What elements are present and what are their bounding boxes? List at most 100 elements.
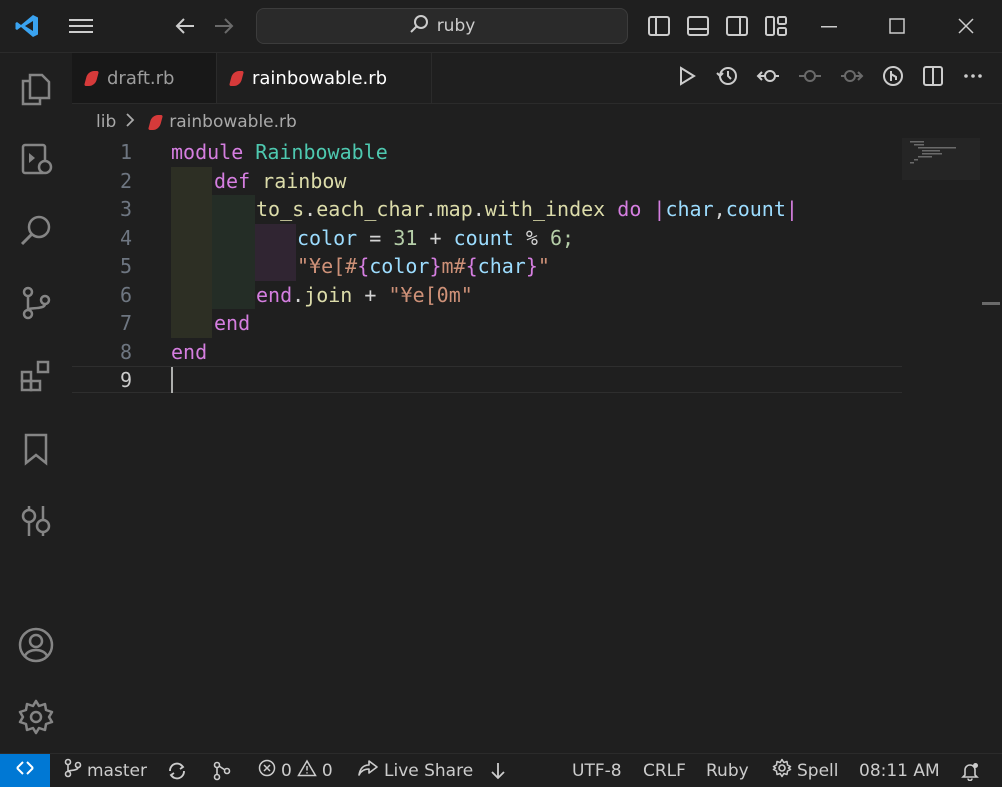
minimap[interactable] — [902, 138, 980, 180]
problems-indicator[interactable]: 0 0 — [258, 754, 333, 787]
extensions-icon[interactable] — [0, 348, 72, 404]
live-share-icon — [357, 758, 379, 783]
text-cursor — [171, 367, 173, 393]
editor-actions — [676, 53, 984, 103]
command-center-search[interactable]: ruby — [256, 8, 628, 44]
language-mode-indicator[interactable]: Ruby — [706, 754, 749, 787]
code-text: color = 31 + count % 6; — [297, 225, 575, 250]
forward-arrow-icon[interactable] — [211, 14, 237, 38]
run-debug-icon[interactable] — [0, 131, 72, 187]
code-line: 8 end — [72, 338, 902, 367]
settings-gear-icon[interactable] — [0, 689, 72, 745]
code-text: def rainbow — [214, 168, 347, 193]
more-actions-icon[interactable] — [962, 65, 984, 91]
next-change-icon[interactable] — [840, 65, 864, 91]
code-text: end — [214, 311, 251, 335]
run-icon[interactable] — [676, 65, 698, 91]
ruby-file-icon — [83, 70, 100, 86]
close-icon[interactable] — [953, 14, 979, 38]
code-text: end.join + "¥e[0m" — [256, 282, 473, 307]
scrollbar-cursor-marker[interactable] — [982, 302, 1000, 305]
code-line: 2 def rainbow — [72, 167, 902, 196]
breadcrumb-folder[interactable]: lib — [96, 112, 116, 132]
bookmark-icon[interactable] — [0, 421, 72, 477]
activity-bar — [0, 53, 72, 753]
tab-rainbowable-rb[interactable]: rainbowable.rb — [217, 53, 432, 103]
code-line: 5 "¥e[#{color}m#{char}" — [72, 252, 902, 281]
code-text: "¥e[#{color}m#{char}" — [297, 254, 550, 278]
customize-layout-icon[interactable] — [763, 14, 789, 38]
code-text: module Rainbowable — [171, 140, 388, 164]
tab-label: rainbowable.rb — [252, 67, 388, 89]
tab-label: draft.rb — [107, 67, 175, 89]
line-number: 3 — [119, 197, 132, 221]
download-arrow-icon[interactable] — [489, 754, 507, 787]
git-lens-icon[interactable] — [882, 65, 904, 91]
title-bar: ruby — [0, 0, 1002, 53]
toggle-primary-sidebar-icon[interactable] — [646, 14, 672, 38]
git-graph-icon[interactable] — [212, 754, 232, 787]
explorer-icon[interactable] — [0, 61, 72, 117]
search-text: ruby — [436, 16, 476, 36]
accounts-icon[interactable] — [0, 617, 72, 673]
chevron-right-icon — [124, 112, 136, 133]
code-line: 1 module Rainbowable — [72, 138, 902, 167]
branch-name: master — [87, 760, 147, 781]
encoding-indicator[interactable]: UTF-8 — [572, 754, 622, 787]
clock-time: 08:11 AM — [859, 760, 940, 781]
vscode-logo-icon — [12, 14, 42, 38]
live-share-button[interactable]: Live Share — [357, 754, 473, 787]
tab-draft-rb[interactable]: draft.rb — [72, 53, 217, 103]
ruby-file-icon — [228, 70, 245, 86]
timeline-history-icon[interactable] — [716, 65, 738, 91]
maximize-icon[interactable] — [884, 14, 910, 38]
live-share-label: Live Share — [384, 760, 474, 781]
code-line: 4 color = 31 + count % 6; — [72, 224, 902, 253]
toggle-panel-icon[interactable] — [685, 14, 711, 38]
code-editor[interactable]: 1 module Rainbowable 2 def rainbow 3 to_… — [72, 138, 902, 750]
back-arrow-icon[interactable] — [172, 14, 198, 38]
line-number: 7 — [119, 311, 132, 335]
line-number: 2 — [119, 168, 132, 193]
spell-label: Spell — [797, 760, 839, 781]
error-count: 0 — [281, 760, 292, 781]
ruby-file-icon — [148, 114, 164, 130]
line-number: 5 — [119, 254, 132, 278]
eol-indicator[interactable]: CRLF — [643, 754, 686, 787]
sync-icon[interactable] — [166, 754, 188, 787]
code-line: 9 — [72, 366, 902, 395]
breadcrumb-file[interactable]: rainbowable.rb — [169, 112, 297, 132]
line-number: 4 — [119, 225, 132, 250]
code-line: 3 to_s.each_char.map.with_index do |char… — [72, 195, 902, 224]
current-change-icon[interactable] — [798, 65, 822, 91]
menu-icon[interactable] — [66, 14, 96, 38]
code-text: to_s.each_char.map.with_index do |char,c… — [256, 197, 798, 221]
notifications-bell-icon[interactable] — [960, 754, 980, 787]
branch-indicator[interactable]: master — [64, 754, 147, 787]
line-number: 9 — [119, 368, 132, 392]
spell-checker-indicator[interactable]: Spell — [772, 754, 839, 787]
status-bar: master 0 0 Live Share UTF-8 CRLF Ruby Sp… — [0, 753, 1002, 787]
code-line: 6 end.join + "¥e[0m" — [72, 281, 902, 310]
search-sidebar-icon[interactable] — [0, 203, 72, 259]
source-control-icon[interactable] — [0, 275, 72, 331]
minimize-icon[interactable] — [816, 14, 842, 38]
search-icon — [409, 14, 429, 39]
line-number: 6 — [119, 282, 132, 307]
editor-tabs: draft.rb rainbowable.rb — [72, 53, 1002, 104]
code-line: 7 end — [72, 309, 902, 338]
previous-change-icon[interactable] — [756, 65, 780, 91]
toggle-secondary-sidebar-icon[interactable] — [724, 14, 750, 38]
line-number: 8 — [119, 339, 132, 364]
split-editor-icon[interactable] — [922, 65, 944, 91]
remote-indicator[interactable] — [0, 754, 50, 787]
code-text: end — [171, 339, 208, 364]
error-icon — [258, 759, 276, 782]
warning-icon — [297, 759, 317, 782]
remote-icon — [15, 758, 35, 783]
line-number: 1 — [119, 140, 132, 164]
testing-icon[interactable] — [0, 493, 72, 549]
gear-icon — [772, 758, 792, 783]
warning-count: 0 — [321, 760, 333, 781]
breadcrumb: lib rainbowable.rb — [96, 110, 297, 134]
